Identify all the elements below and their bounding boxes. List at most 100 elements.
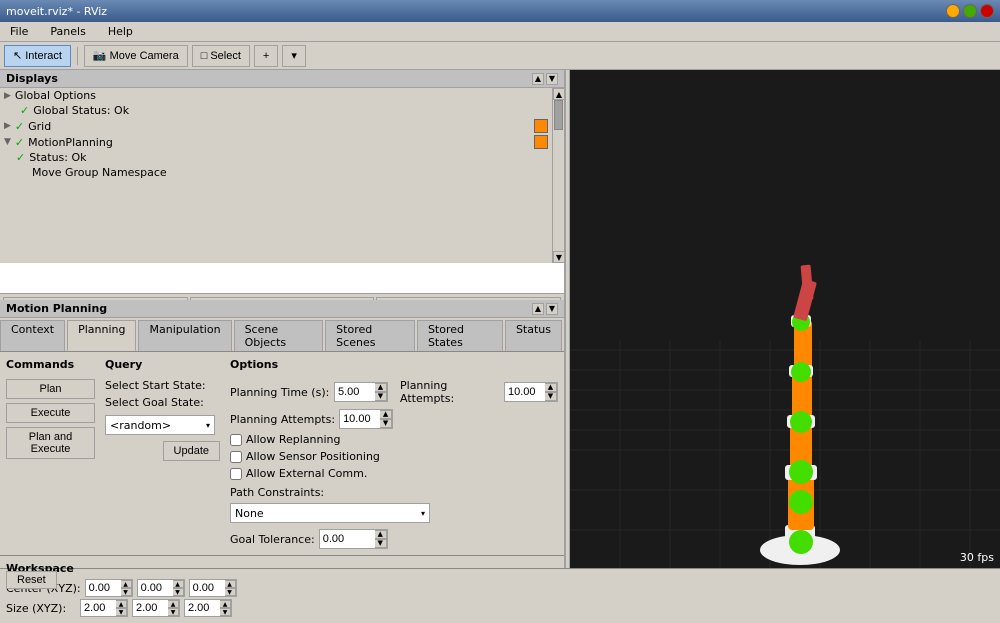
options-column: Options Planning Time (s): ▲ ▼ Planning … <box>230 358 558 549</box>
planning-attempts-up[interactable]: ▲ <box>545 383 557 392</box>
tab-scene-objects[interactable]: Scene Objects <box>234 320 324 351</box>
allow-sensor-checkbox[interactable] <box>230 451 242 463</box>
tab-manipulation[interactable]: Manipulation <box>138 320 231 351</box>
allow-external-checkbox[interactable] <box>230 468 242 480</box>
menu-panels[interactable]: Panels <box>44 24 91 39</box>
center-z-down[interactable]: ▼ <box>225 588 236 596</box>
size-z-input[interactable] <box>185 601 220 615</box>
maximize-button[interactable] <box>963 4 977 18</box>
close-button[interactable] <box>980 4 994 18</box>
allow-external-row: Allow External Comm. <box>230 467 558 480</box>
display-item-global-options[interactable]: ▶ Global Options <box>0 88 552 103</box>
toolbar-separator <box>77 47 78 65</box>
center-z-input[interactable] <box>190 581 225 595</box>
menu-help[interactable]: Help <box>102 24 139 39</box>
motion-checkbox[interactable] <box>534 135 548 149</box>
displays-title: Displays <box>6 72 58 85</box>
size-y-up[interactable]: ▲ <box>168 600 179 608</box>
menu-file[interactable]: File <box>4 24 34 39</box>
goal-state-dropdown[interactable]: <random> ▾ <box>105 415 215 435</box>
allow-replanning-checkbox[interactable] <box>230 434 242 446</box>
tab-planning[interactable]: Planning <box>67 320 136 351</box>
planning-attempts2-up[interactable]: ▲ <box>380 410 392 419</box>
goal-state-label: Select Goal State: <box>105 396 220 409</box>
tab-stored-scenes[interactable]: Stored Scenes <box>325 320 415 351</box>
planning-time-down[interactable]: ▼ <box>375 392 387 401</box>
scroll-down-btn[interactable]: ▼ <box>553 251 565 263</box>
center-y-group: ▲ ▼ <box>137 579 185 597</box>
planning-attempts2-down[interactable]: ▼ <box>380 419 392 428</box>
minimize-button[interactable] <box>946 4 960 18</box>
planning-attempts2-input-group: ▲ ▼ <box>339 409 393 429</box>
planning-attempts-down[interactable]: ▼ <box>545 392 557 401</box>
center-x-up[interactable]: ▲ <box>121 580 132 588</box>
size-y-input[interactable] <box>133 601 168 615</box>
grid-checkbox[interactable] <box>534 119 548 133</box>
display-item-global-status[interactable]: ✓ Global Status: Ok <box>0 103 552 118</box>
arrow-icon: ▼ <box>4 137 11 147</box>
move-camera-button[interactable]: 📷 Move Camera <box>84 45 188 67</box>
center-y-input[interactable] <box>138 581 173 595</box>
center-x-group: ▲ ▼ <box>85 579 133 597</box>
tab-stored-states[interactable]: Stored States <box>417 320 503 351</box>
goal-tolerance-up[interactable]: ▲ <box>375 530 387 539</box>
check-icon: ✓ <box>16 151 25 164</box>
size-label: Size (XYZ): <box>6 602 76 615</box>
center-x-input[interactable] <box>86 581 121 595</box>
mp-scroll-down[interactable]: ▼ <box>546 303 558 315</box>
fps-label: 30 fps <box>960 551 994 564</box>
options-header: Options <box>230 358 558 371</box>
dropdown-arrow-icon: ▾ <box>206 421 210 430</box>
execute-button[interactable]: Execute <box>6 403 95 423</box>
commands-column: Commands Plan Execute Plan and Execute <box>6 358 95 549</box>
center-y-down[interactable]: ▼ <box>173 588 184 596</box>
more-icon: ▾ <box>291 49 297 62</box>
displays-scroll-down[interactable]: ▼ <box>546 73 558 85</box>
display-item-status[interactable]: ✓ Status: Ok <box>0 150 552 165</box>
planning-attempts-input[interactable] <box>505 385 545 399</box>
add-button[interactable]: + <box>254 45 278 67</box>
display-item-move-group[interactable]: Move Group Namespace <box>0 165 552 180</box>
displays-scroll-up[interactable]: ▲ <box>532 73 544 85</box>
center-z-up[interactable]: ▲ <box>225 580 236 588</box>
displays-scrollbar[interactable]: ▲ ▼ <box>552 88 564 263</box>
center-y-up[interactable]: ▲ <box>173 580 184 588</box>
size-row: Size (XYZ): ▲ ▼ ▲ ▼ <box>6 599 558 617</box>
goal-tolerance-down[interactable]: ▼ <box>375 539 387 548</box>
tab-context[interactable]: Context <box>0 320 65 351</box>
planning-time-input[interactable] <box>335 385 375 399</box>
mp-scroll-up[interactable]: ▲ <box>532 303 544 315</box>
planning-time-up[interactable]: ▲ <box>375 383 387 392</box>
select-button[interactable]: □ Select <box>192 45 250 67</box>
size-x-up[interactable]: ▲ <box>116 600 127 608</box>
plan-execute-button[interactable]: Plan and Execute <box>6 427 95 459</box>
center-x-down[interactable]: ▼ <box>121 588 132 596</box>
reset-button[interactable]: Reset <box>6 571 57 589</box>
toolbar: ↖ Interact 📷 Move Camera □ Select + ▾ <box>0 42 1000 70</box>
tab-status[interactable]: Status <box>505 320 562 351</box>
size-z-up[interactable]: ▲ <box>220 600 231 608</box>
display-item-grid[interactable]: ▶ ✓ Grid <box>0 118 552 134</box>
planning-attempts-label: Planning Attempts: <box>400 379 500 405</box>
scroll-up-btn[interactable]: ▲ <box>553 88 565 100</box>
update-button[interactable]: Update <box>163 441 220 461</box>
path-constraints-dropdown[interactable]: None ▾ <box>230 503 430 523</box>
planning-attempts-spinner: ▲ ▼ <box>545 383 557 401</box>
select-icon: □ <box>201 50 208 62</box>
interact-button[interactable]: ↖ Interact <box>4 45 71 67</box>
scroll-track[interactable] <box>553 100 564 251</box>
display-item-motion-planning[interactable]: ▼ ✓ MotionPlanning <box>0 134 552 150</box>
size-x-down[interactable]: ▼ <box>116 608 127 616</box>
display-label: MotionPlanning <box>28 136 530 149</box>
goal-tolerance-input[interactable] <box>320 532 375 546</box>
size-x-input[interactable] <box>81 601 116 615</box>
planning-attempts2-input[interactable] <box>340 412 380 426</box>
size-x-group: ▲ ▼ <box>80 599 128 617</box>
motion-planning-section: Motion Planning ▲ ▼ Context Planning Man… <box>0 300 564 623</box>
more-button[interactable]: ▾ <box>282 45 306 67</box>
scroll-thumb[interactable] <box>554 100 563 130</box>
plan-button[interactable]: Plan <box>6 379 95 399</box>
size-y-down[interactable]: ▼ <box>168 608 179 616</box>
display-label: Move Group Namespace <box>32 166 548 179</box>
size-z-down[interactable]: ▼ <box>220 608 231 616</box>
